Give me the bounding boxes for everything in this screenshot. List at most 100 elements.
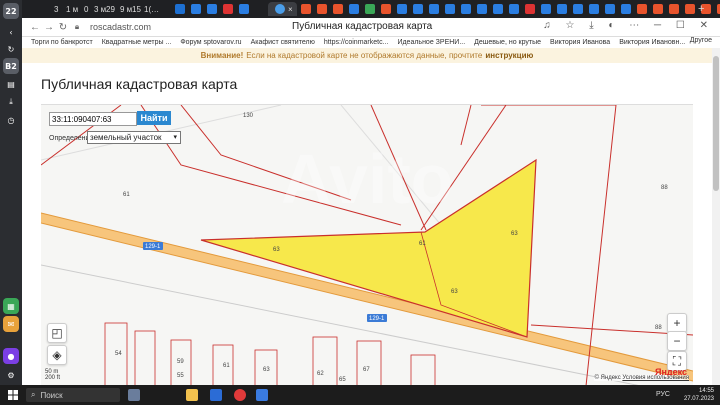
search-icon: ⌕ [31, 390, 36, 399]
back-button-icon[interactable]: ← [28, 22, 42, 33]
house-number: 61 [223, 363, 230, 369]
house-number: 67 [363, 367, 370, 373]
terms-link[interactable]: Условия использования [622, 375, 689, 381]
bookmark-item[interactable]: Виктория Ивановн... [619, 39, 685, 46]
warning-text: Если на кадастровой карте не отображаютс… [246, 51, 483, 60]
windows-taskbar: ⌕ Поиск РУС 14:55 27.07.2023 [0, 385, 720, 405]
window-title: Публичная кадастровая карта [292, 21, 433, 32]
warning-banner: Внимание! Если на кадастровой карте не о… [22, 48, 712, 63]
cadastral-number-input[interactable] [49, 112, 137, 126]
watermark: Avito [281, 140, 453, 218]
forward-button-icon[interactable]: → [42, 22, 56, 33]
counter-badge[interactable]: 22 [3, 3, 19, 19]
tab-6[interactable]: 9 м [120, 2, 132, 16]
page-content: Внимание! Если на кадастровой карте не о… [22, 48, 712, 385]
tab-icons-left[interactable] [172, 2, 252, 16]
definition-selected: земельный участок [90, 133, 162, 142]
map-label: 63 [451, 289, 458, 295]
lock-icon: 🔒︎ [74, 22, 80, 31]
bookmark-icon[interactable]: ▤ [3, 76, 19, 92]
map-label: 88 [655, 325, 662, 331]
scale-bar: 50 m 200 ft [45, 369, 60, 381]
road-shield-label: 129-1 [145, 244, 161, 250]
map-label: 130 [243, 113, 254, 119]
cadastral-map[interactable]: 130 61 88 63 61 63 88 63 129-1 129-1 54 … [41, 104, 693, 385]
tab-3[interactable]: 0 [84, 2, 88, 16]
reload-button-icon[interactable]: ↻ [56, 22, 70, 33]
scroll-thumb[interactable] [713, 56, 719, 191]
bookmark-item[interactable]: Форум sptovarov.ru [180, 39, 241, 46]
rail-badge[interactable]: B2 [3, 58, 19, 74]
address-bar: ← → ↻ 🔒︎ roscadastr.com Публичная кадаст… [22, 18, 720, 37]
other-bookmarks[interactable]: Другое [690, 37, 712, 44]
zoom-in-button[interactable]: + [667, 313, 687, 333]
mail-app-icon[interactable] [210, 389, 222, 401]
search-button[interactable]: Найти [137, 111, 171, 125]
taskview-icon[interactable] [128, 389, 140, 401]
map-label: 88 [661, 185, 668, 191]
house-number: 65 [339, 377, 346, 383]
bookmark-item[interactable]: Торги по банкротст [31, 39, 93, 46]
bookmarks-bar: Торги по банкротст Квадратные метры ... … [22, 37, 720, 48]
bookmark-item[interactable]: Идеальное ЗРЕНИ... [397, 39, 465, 46]
map-attribution: © Яндекс Условия использования [594, 375, 689, 381]
map-label: 63 [511, 231, 518, 237]
bookmark-item[interactable]: https://coinmarketc... [324, 39, 389, 46]
copyright: © Яндекс [594, 375, 621, 381]
new-tab-button[interactable]: + [698, 2, 704, 16]
tab-4[interactable]: 3 м [94, 2, 106, 16]
instruction-link[interactable]: инструкцию [485, 51, 533, 60]
house-number: 62 [317, 371, 324, 377]
house-number: 55 [177, 373, 184, 379]
url-field[interactable]: roscadastr.com [90, 22, 151, 32]
alice-icon[interactable]: ● [3, 348, 19, 364]
explorer-icon[interactable] [186, 389, 198, 401]
tab-1[interactable]: 3 [54, 2, 58, 16]
apps-icon[interactable]: ▦ [3, 298, 19, 314]
definition-select[interactable]: земельный участок ▾ [87, 131, 181, 144]
clock-time: 14:55 [698, 388, 714, 394]
tab-bar: 3 1 м 0 3 м 29 9 м 15 1(… × + [22, 0, 720, 18]
mail-icon[interactable]: ✉ [3, 316, 19, 332]
taskbar-search[interactable]: ⌕ Поиск [26, 388, 120, 402]
page-scrollbar[interactable] [712, 48, 720, 385]
road-shield-label: 129-1 [369, 316, 385, 322]
scale-imperial: 200 ft [45, 375, 61, 381]
refresh-icon[interactable]: ↻ [3, 41, 19, 57]
tab-2[interactable]: 1 м [66, 2, 78, 16]
tab-5[interactable]: 29 [106, 2, 115, 16]
bookmark-item[interactable]: Акафист святителю [251, 39, 315, 46]
map-label: 61 [419, 241, 426, 247]
taskbar-search-label: Поиск [40, 390, 63, 400]
tab-active[interactable]: × [268, 2, 297, 16]
house-number: 63 [263, 367, 270, 373]
chevron-down-icon: ▾ [173, 134, 177, 141]
yandex-browser-icon[interactable] [234, 389, 246, 401]
system-clock[interactable]: 14:55 27.07.2023 [684, 387, 714, 403]
clock-icon[interactable]: ◷ [3, 112, 19, 128]
app-icon[interactable] [256, 389, 268, 401]
house-number: 54 [115, 351, 122, 357]
window-controls[interactable]: ♫ ☆ ⤓ ◐ ⋯ ─ ☐ ✕ [543, 20, 714, 31]
bookmark-item[interactable]: Виктория Иванова [550, 39, 610, 46]
house-number: 59 [177, 359, 184, 365]
warning-strong: Внимание! [200, 51, 244, 60]
windows-start-icon[interactable] [8, 390, 18, 400]
download-icon[interactable]: ⤓ [3, 94, 19, 110]
layers-icon[interactable]: ◈ [47, 345, 67, 365]
clock-date: 27.07.2023 [683, 396, 714, 402]
tab-icons-right[interactable] [298, 2, 720, 16]
settings-icon[interactable]: ⚙ [3, 367, 19, 383]
tab-7[interactable]: 15 [132, 2, 141, 16]
app-rail: 22 ‹ ↻ B2 ▤ ⤓ ◷ ▦ ✉ ● ⚙ [0, 0, 22, 385]
map-label: 61 [123, 192, 130, 198]
tab-8[interactable]: 1(… [144, 2, 159, 16]
input-language[interactable]: РУС [656, 391, 670, 398]
bookmark-item[interactable]: Дешевые, но крутые [474, 39, 541, 46]
bookmark-item[interactable]: Квадратные метры ... [102, 39, 172, 46]
map-label: 63 [273, 247, 280, 253]
fullscreen-rect-icon[interactable]: ◰ [47, 323, 67, 343]
zoom-out-button[interactable]: − [667, 331, 687, 351]
map-canvas[interactable]: 130 61 88 63 61 63 88 63 129-1 129-1 54 … [41, 105, 693, 385]
back-icon[interactable]: ‹ [3, 24, 19, 40]
